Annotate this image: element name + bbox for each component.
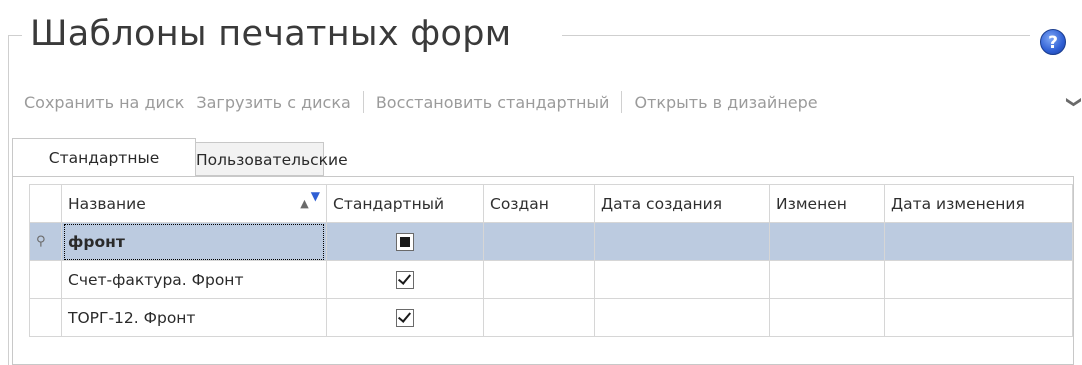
save-to-disk-button[interactable]: Сохранить на диск — [20, 93, 188, 112]
filter-name-value[interactable]: фронт — [64, 223, 324, 260]
column-header-standard[interactable]: Стандартный — [326, 184, 484, 223]
table-cell[interactable] — [769, 260, 885, 299]
restore-default-button[interactable]: Восстановить стандартный — [372, 93, 614, 112]
page-title: Шаблоны печатных форм — [30, 14, 512, 54]
frame-left — [8, 35, 9, 365]
column-header-modified-date[interactable]: Дата изменения — [884, 184, 1073, 223]
templates-table: Название ▼ ▲ Стандартный Создан Дата соз… — [29, 184, 1073, 337]
templates-grid: Название ▼ ▲ Стандартный Создан Дата соз… — [12, 176, 1074, 365]
table-cell[interactable] — [483, 260, 595, 299]
toolbar: Сохранить на диск Загрузить с диска Восс… — [20, 90, 822, 114]
table-cell[interactable] — [884, 260, 1073, 299]
tab-bar: Стандартные Пользовательские — [12, 138, 348, 176]
table-cell-name[interactable]: ТОРГ-12. Фронт — [61, 298, 327, 337]
filter-row-indicator-icon: ⚲ — [29, 222, 62, 261]
standard-checkbox[interactable] — [396, 308, 414, 327]
toolbar-separator — [621, 91, 623, 113]
tab-standard[interactable]: Стандартные — [12, 138, 196, 176]
table-cell-standard[interactable] — [326, 298, 484, 337]
column-header-modified-by[interactable]: Изменен — [769, 184, 885, 223]
table-row[interactable]: ТОРГ-12. Фронт — [29, 298, 1073, 337]
filter-cell-standard[interactable] — [326, 222, 484, 261]
standard-checkbox[interactable] — [396, 232, 414, 251]
column-header-created-by[interactable]: Создан — [483, 184, 595, 223]
column-header-name[interactable]: Название ▼ ▲ — [61, 184, 327, 223]
table-cell[interactable] — [483, 298, 595, 337]
table-cell[interactable] — [884, 222, 1073, 261]
column-header-created-date[interactable]: Дата создания — [594, 184, 770, 223]
help-icon[interactable]: ? — [1040, 29, 1066, 55]
standard-checkbox[interactable] — [396, 270, 414, 289]
open-in-designer-button[interactable]: Открыть в дизайнере — [630, 93, 821, 112]
header-row: Название ▼ ▲ Стандартный Создан Дата соз… — [29, 184, 1073, 223]
frame-top-left — [8, 35, 22, 36]
row-indicator-header — [29, 184, 62, 223]
row-indicator — [29, 260, 62, 299]
filter-row[interactable]: ⚲ фронт — [29, 222, 1073, 261]
table-cell[interactable] — [769, 222, 885, 261]
toolbar-separator — [362, 91, 364, 113]
table-cell[interactable] — [884, 298, 1073, 337]
table-cell[interactable] — [769, 298, 885, 337]
table-cell[interactable] — [594, 260, 770, 299]
toolbar-more-chevron-icon[interactable]: ❯ — [1065, 96, 1082, 109]
frame-top-right — [562, 35, 1030, 36]
row-indicator — [29, 298, 62, 337]
load-from-disk-button[interactable]: Загрузить с диска — [192, 93, 354, 112]
filter-cell-name[interactable]: фронт — [61, 222, 327, 261]
table-cell[interactable] — [594, 222, 770, 261]
filter-icon[interactable]: ▼ — [311, 189, 320, 203]
sort-ascending-icon: ▲ — [300, 196, 309, 210]
table-row[interactable]: Счет-фактура. Фронт — [29, 260, 1073, 299]
table-cell-standard[interactable] — [326, 260, 484, 299]
table-cell[interactable] — [483, 222, 595, 261]
tab-custom[interactable]: Пользовательские — [196, 142, 348, 176]
table-cell[interactable] — [594, 298, 770, 337]
table-cell-name[interactable]: Счет-фактура. Фронт — [61, 260, 327, 299]
column-header-label: Название — [68, 194, 146, 213]
